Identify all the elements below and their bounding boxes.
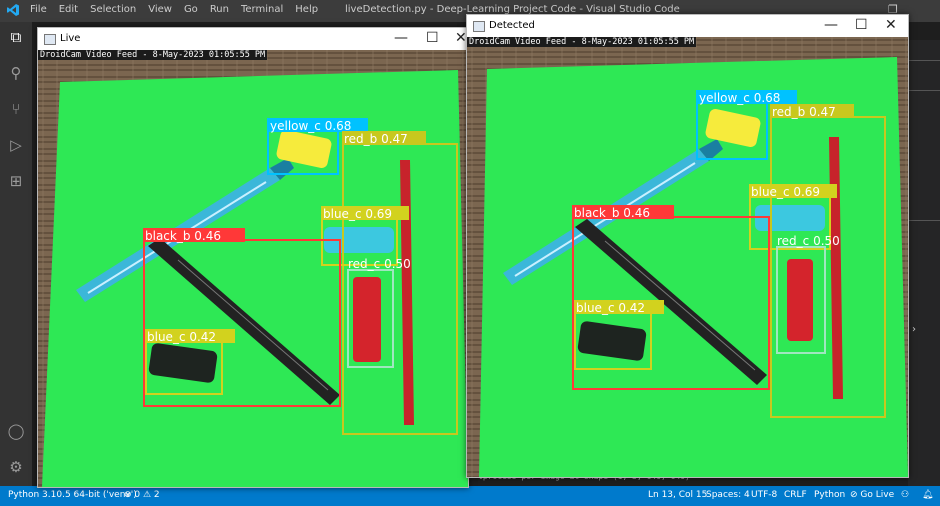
app-window-icon — [473, 21, 485, 32]
status-cursor-position[interactable]: Ln 13, Col 15 — [648, 490, 707, 500]
search-icon[interactable]: ⚲ — [7, 64, 25, 82]
detection-label: blue_c 0.69 — [323, 207, 392, 221]
menu-file[interactable]: File — [30, 4, 47, 15]
status-go-live[interactable]: ⊘ Go Live — [850, 490, 894, 500]
detection-label: blue_c 0.42 — [576, 301, 645, 315]
detection-label: red_b 0.47 — [772, 105, 836, 119]
detected-window-title: Detected — [489, 20, 535, 31]
status-problems[interactable]: ⊗ 0 ⚠ 2 — [124, 490, 160, 500]
detection-label: blue_c 0.69 — [751, 185, 820, 199]
maximize-icon[interactable]: ☐ — [855, 17, 868, 33]
detection-label: red_b 0.47 — [344, 132, 408, 146]
green-paper — [479, 57, 908, 477]
run-debug-icon[interactable]: ▷ — [7, 136, 25, 154]
live-window-titlebar[interactable]: Live — ☐ ✕ — [38, 28, 468, 50]
activity-bar: ⧉ ⚲ ⑂ ▷ ⊞ ◯ ⚙ — [0, 22, 32, 486]
source-control-icon[interactable]: ⑂ — [7, 100, 25, 118]
status-encoding[interactable]: UTF-8 — [751, 490, 777, 500]
status-feedback-icon[interactable]: ⚇ — [901, 490, 909, 500]
close-icon[interactable]: ✕ — [885, 17, 897, 33]
vscode-logo-icon — [7, 4, 19, 16]
status-interpreter[interactable]: Python 3.10.5 64-bit ('venv') — [8, 490, 137, 500]
menu-run[interactable]: Run — [210, 4, 229, 15]
status-indentation[interactable]: Spaces: 4 — [706, 490, 750, 500]
detected-video-frame: DroidCam Video Feed - 8-May-2023 01:05:5… — [467, 37, 908, 477]
video-feed-caption: DroidCam Video Feed - 8-May-2023 01:05:5… — [467, 37, 697, 47]
menu-edit[interactable]: Edit — [59, 4, 78, 15]
red-cap-object — [787, 259, 813, 341]
status-language[interactable]: Python — [814, 490, 845, 500]
detected-frame-image: yellow_c 0.68 red_b 0.47 blue_c 0.69 red… — [467, 37, 908, 477]
live-frame-image: yellow_c 0.68 red_b 0.47 blue_c 0.69 red… — [38, 50, 468, 487]
status-bar: Python 3.10.5 64-bit ('venv') ⊗ 0 ⚠ 2 Ln… — [0, 486, 940, 506]
video-feed-caption: DroidCam Video Feed - 8-May-2023 01:05:5… — [38, 50, 268, 60]
live-video-frame: DroidCam Video Feed - 8-May-2023 01:05:5… — [38, 50, 468, 487]
detection-label: black_b 0.46 — [145, 229, 221, 243]
menu-go[interactable]: Go — [184, 4, 198, 15]
detected-window: Detected — ☐ ✕ DroidCam Video Feed - 8-M… — [466, 14, 909, 478]
app-window-icon — [44, 34, 56, 45]
detection-label: red_c 0.50 — [777, 234, 840, 248]
account-icon[interactable]: ◯ — [7, 422, 25, 440]
detection-label: red_c 0.50 — [348, 257, 411, 271]
editor-side-panel: › — [908, 40, 940, 486]
menu-help[interactable]: Help — [295, 4, 318, 15]
menu-bar: File Edit Selection View Go Run Terminal… — [30, 4, 318, 15]
extensions-icon[interactable]: ⊞ — [7, 172, 25, 190]
menu-terminal[interactable]: Terminal — [241, 4, 283, 15]
status-eol[interactable]: CRLF — [784, 490, 807, 500]
minimize-icon[interactable]: — — [824, 17, 838, 33]
detection-label: yellow_c 0.68 — [699, 91, 780, 105]
detection-label: black_b 0.46 — [574, 206, 650, 220]
status-notifications-icon[interactable]: 🔔︎ — [922, 490, 933, 500]
menu-selection[interactable]: Selection — [90, 4, 136, 15]
explorer-icon[interactable]: ⧉ — [7, 28, 25, 46]
live-window-title: Live — [60, 33, 81, 44]
menu-view[interactable]: View — [148, 4, 172, 15]
live-window: Live — ☐ ✕ DroidCam Video Feed - 8-May-2… — [37, 27, 469, 488]
red-cap-object — [353, 277, 381, 362]
detected-window-titlebar[interactable]: Detected — ☐ ✕ — [467, 15, 908, 37]
minimize-icon[interactable]: — — [394, 30, 408, 46]
close-icon[interactable]: ✕ — [455, 30, 467, 46]
maximize-icon[interactable]: ☐ — [426, 30, 439, 46]
settings-gear-icon[interactable]: ⚙ — [7, 458, 25, 476]
detection-label: blue_c 0.42 — [147, 330, 216, 344]
detection-label: yellow_c 0.68 — [270, 119, 351, 133]
panel-collapse-icon[interactable]: › — [912, 324, 916, 335]
